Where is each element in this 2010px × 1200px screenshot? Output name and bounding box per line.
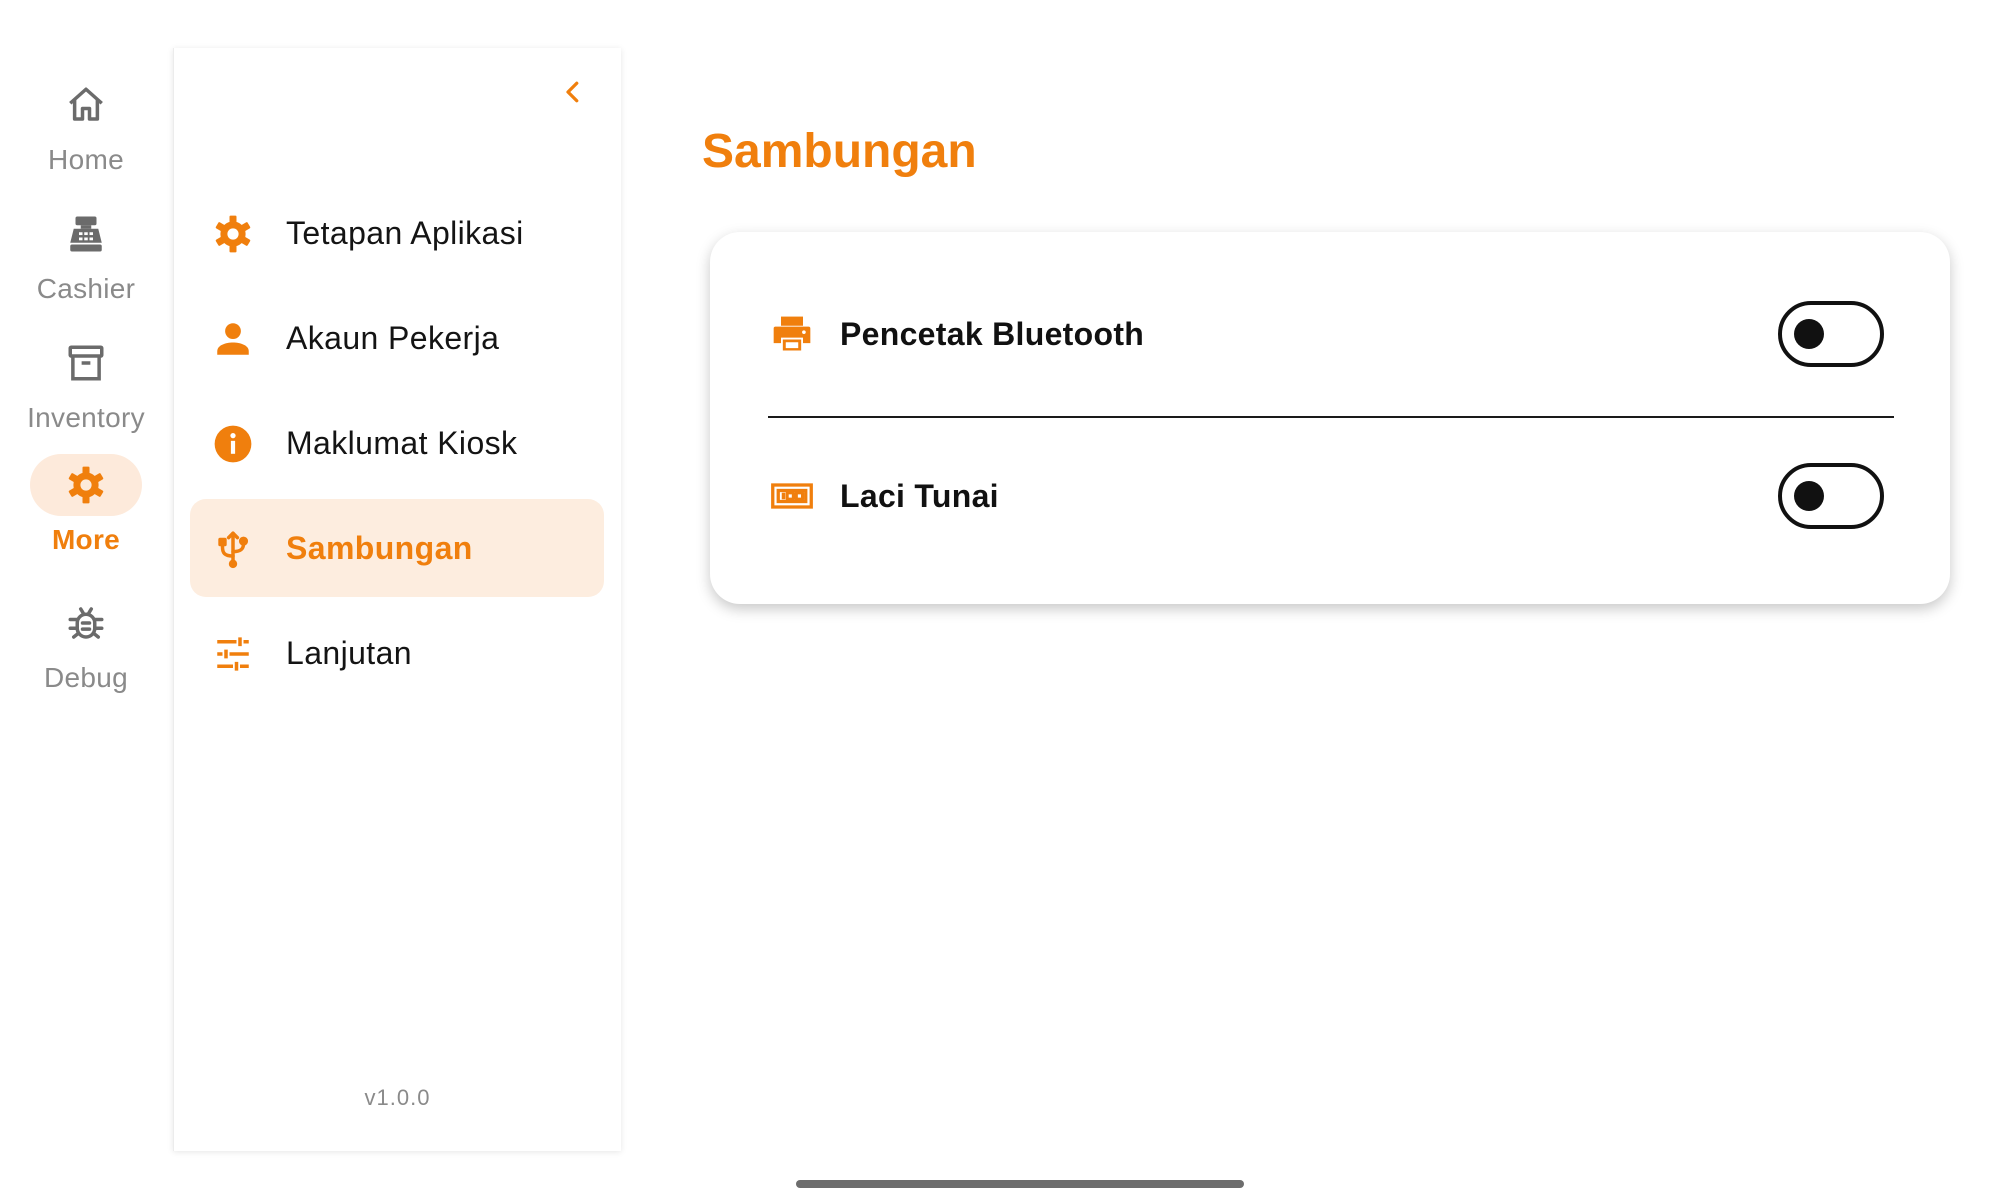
settings-drawer: Tetapan Aplikasi Akaun Pekerja Maklumat …	[173, 48, 621, 1151]
menu-label: Tetapan Aplikasi	[286, 214, 524, 251]
rail-label: Debug	[43, 662, 128, 693]
menu-item-akaun-pekerja[interactable]: Akaun Pekerja	[190, 289, 604, 387]
row-icon	[770, 312, 814, 356]
rail-pill	[30, 454, 142, 516]
printer-icon	[773, 316, 811, 351]
toggle-knob	[1794, 481, 1824, 511]
connections-card: Pencetak Bluetooth Laci Tunai	[710, 232, 1950, 604]
rail-pill	[30, 592, 142, 654]
rail-item-more[interactable]: More	[0, 454, 172, 572]
cash-register-icon	[70, 216, 102, 252]
menu-item-sambungan[interactable]: Sambungan	[190, 499, 604, 597]
page-title: Sambungan	[702, 125, 977, 178]
rail-item-inventory[interactable]: Inventory	[0, 332, 172, 450]
menu-icon	[212, 528, 254, 570]
collapse-drawer-button[interactable]	[551, 70, 595, 114]
person-icon	[217, 323, 249, 355]
menu-label: Sambungan	[286, 529, 473, 566]
row-icon	[770, 474, 814, 518]
rail-pill	[30, 203, 142, 265]
rail-label: Home	[48, 144, 124, 175]
bluetooth-printer-toggle[interactable]	[1778, 301, 1884, 367]
menu-label: Akaun Pekerja	[286, 319, 500, 356]
navigation-rail: Home Cashier Inventory More Debug	[0, 0, 172, 1200]
rail-pill	[30, 332, 142, 394]
info-icon	[214, 425, 252, 463]
menu-item-tetapan-aplikasi[interactable]: Tetapan Aplikasi	[190, 184, 604, 282]
menu-item-lanjutan[interactable]: Lanjutan	[190, 604, 604, 702]
rail-label: Cashier	[36, 273, 136, 304]
home-icon	[69, 87, 103, 121]
menu-icon	[212, 423, 254, 465]
connection-row-bluetooth-printer: Pencetak Bluetooth	[710, 274, 1950, 394]
rail-pill	[30, 74, 142, 136]
chevron-left-icon	[566, 81, 579, 103]
menu-icon	[212, 318, 254, 360]
gear-icon	[215, 215, 251, 253]
row-divider	[768, 416, 1894, 418]
settings-menu: Tetapan Aplikasi Akaun Pekerja Maklumat …	[190, 184, 604, 709]
rail-item-cashier[interactable]: Cashier	[0, 203, 172, 321]
menu-item-maklumat-kiosk[interactable]: Maklumat Kiosk	[190, 394, 604, 492]
usb-icon	[218, 531, 249, 569]
archive-box-icon	[68, 345, 104, 381]
app-version: v1.0.0	[364, 1085, 431, 1110]
rail-label: Inventory	[27, 402, 145, 433]
rail-item-debug[interactable]: Debug	[0, 592, 172, 710]
rail-item-home[interactable]: Home	[0, 74, 172, 192]
menu-label: Lanjutan	[286, 634, 412, 671]
connection-row-cash-drawer: Laci Tunai	[710, 436, 1950, 556]
bug-icon	[68, 607, 104, 639]
rail-label: More	[51, 524, 121, 555]
connection-label: Laci Tunai	[840, 477, 999, 514]
home-indicator-bar[interactable]	[796, 1180, 1244, 1188]
cash-drawer-icon	[771, 483, 813, 509]
connection-label: Pencetak Bluetooth	[840, 315, 1145, 352]
menu-label: Maklumat Kiosk	[286, 424, 518, 461]
toggle-knob	[1794, 319, 1824, 349]
menu-icon	[212, 633, 254, 675]
app-screen: Home Cashier Inventory More Debug Tetapa…	[0, 0, 2010, 1200]
cash-drawer-toggle[interactable]	[1778, 463, 1884, 529]
gear-icon	[68, 466, 104, 504]
menu-icon	[212, 213, 254, 255]
tune-sliders-icon	[217, 637, 249, 671]
